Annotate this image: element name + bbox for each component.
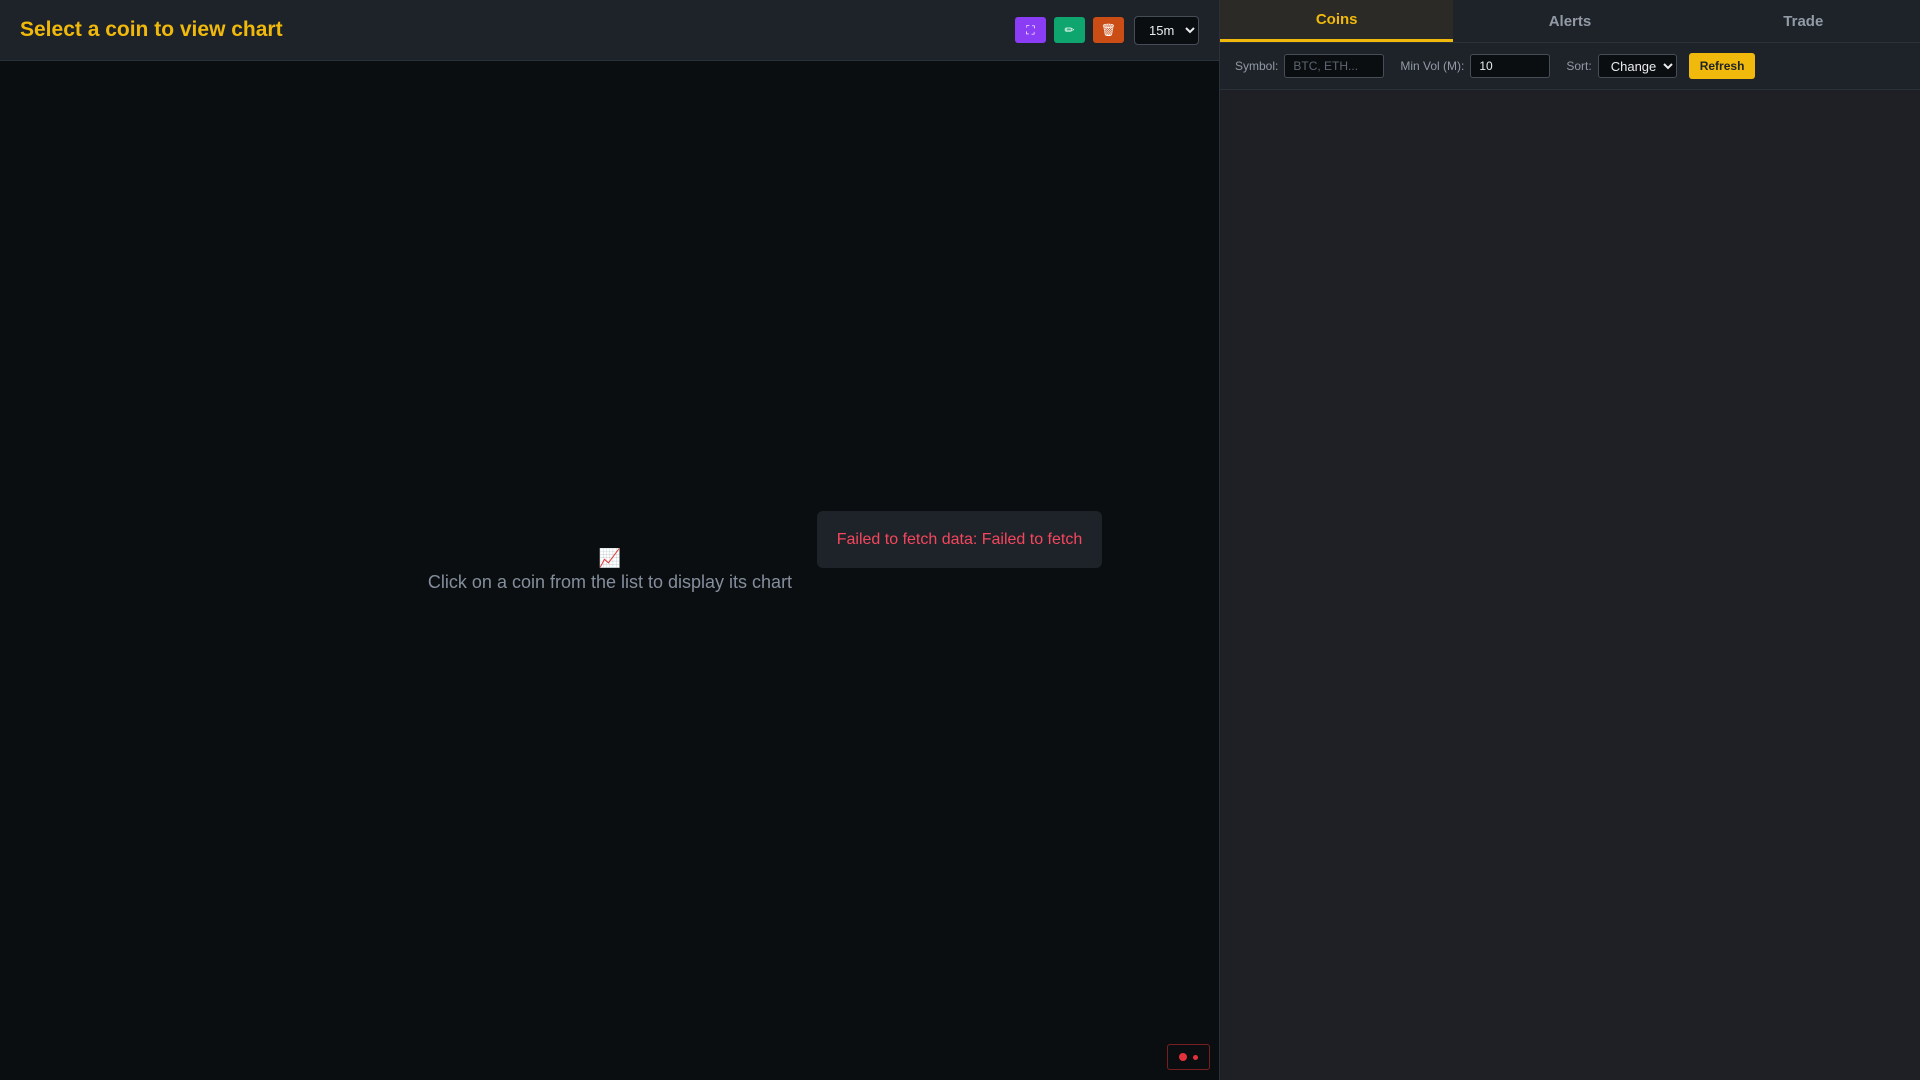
status-dot-small-icon	[1193, 1054, 1198, 1060]
symbol-label: Symbol:	[1235, 59, 1279, 73]
page-title: Select a coin to view chart	[20, 18, 283, 41]
connection-status-indicator[interactable]	[1167, 1044, 1210, 1070]
tab-trade[interactable]: Trade	[1687, 0, 1920, 42]
side-panel: Coins Alerts Trade Symbol: Min Vol (M): …	[1220, 0, 1920, 1080]
delete-drawings-button[interactable]: 🗑	[1093, 17, 1124, 43]
filter-bar: Symbol: Min Vol (M): Sort: Change Refres…	[1220, 43, 1920, 90]
min-volume-label: Min Vol (M):	[1400, 59, 1465, 73]
tab-bar: Coins Alerts Trade	[1220, 0, 1920, 43]
fullscreen-button[interactable]: ⛶	[1015, 17, 1046, 43]
error-toast-message: Failed to fetch data: Failed to fetch	[836, 530, 1083, 548]
status-dot-icon	[1179, 1053, 1187, 1061]
timeframe-select[interactable]: 15m	[1134, 15, 1199, 45]
pencil-icon: ✏	[1064, 23, 1075, 37]
chart-header: Select a coin to view chart ⛶ ✏ 🗑 15m	[0, 0, 1219, 61]
refresh-button[interactable]: Refresh	[1688, 53, 1756, 79]
chart-panel: Select a coin to view chart ⛶ ✏ 🗑 15m 📈 …	[0, 0, 1220, 1080]
error-toast: Failed to fetch data: Failed to fetch	[817, 511, 1102, 568]
symbol-input[interactable]	[1284, 54, 1385, 78]
trash-icon: 🗑	[1100, 23, 1117, 37]
app-root: Select a coin to view chart ⛶ ✏ 🗑 15m 📈 …	[0, 0, 1920, 1080]
tab-alerts[interactable]: Alerts	[1453, 0, 1686, 42]
fullscreen-icon: ⛶	[1026, 22, 1035, 37]
tab-coins[interactable]: Coins	[1220, 0, 1454, 42]
sort-label: Sort:	[1566, 59, 1592, 73]
draw-button[interactable]: ✏	[1054, 17, 1085, 43]
min-volume-input[interactable]	[1470, 54, 1551, 78]
empty-message: Click on a coin from the list to display…	[427, 572, 793, 592]
sort-select[interactable]: Change	[1597, 54, 1677, 78]
